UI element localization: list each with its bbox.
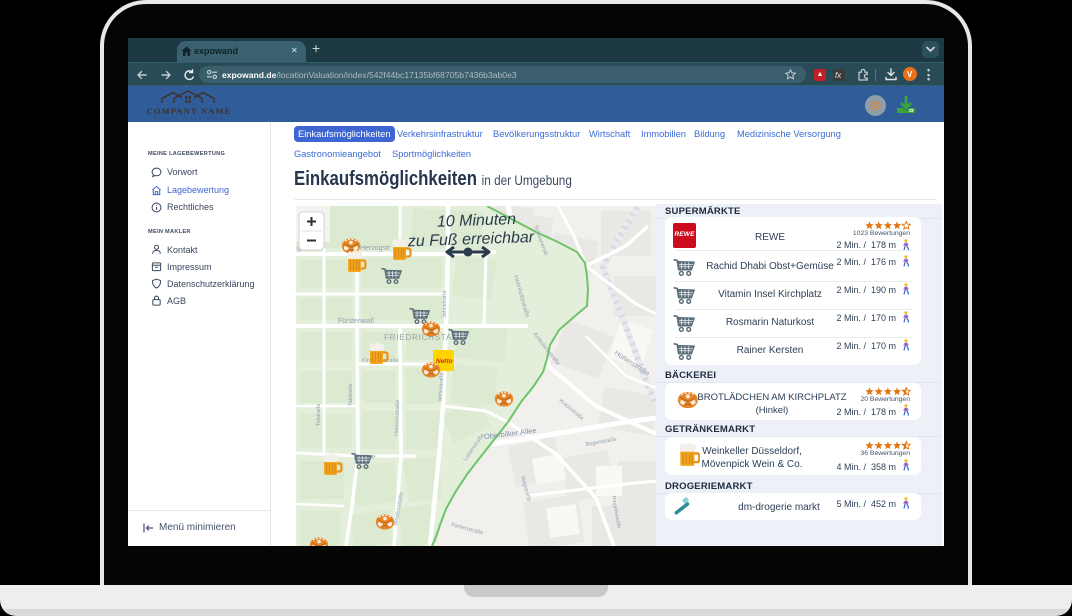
svg-text:Fürstenwall: Fürstenwall bbox=[338, 318, 374, 325]
svg-text:Talstraße: Talstraße bbox=[348, 383, 354, 406]
svg-text:10 Minuten: 10 Minuten bbox=[437, 211, 517, 231]
svg-text:Herzogstr: Herzogstr bbox=[360, 245, 391, 252]
svg-text:Helenenstraße: Helenenstraße bbox=[394, 400, 401, 436]
svg-text:Tolstraße: Tolstraße bbox=[316, 403, 322, 426]
svg-text:Netto: Netto bbox=[436, 358, 453, 365]
svg-text:Jahnstraße: Jahnstraße bbox=[442, 290, 448, 318]
